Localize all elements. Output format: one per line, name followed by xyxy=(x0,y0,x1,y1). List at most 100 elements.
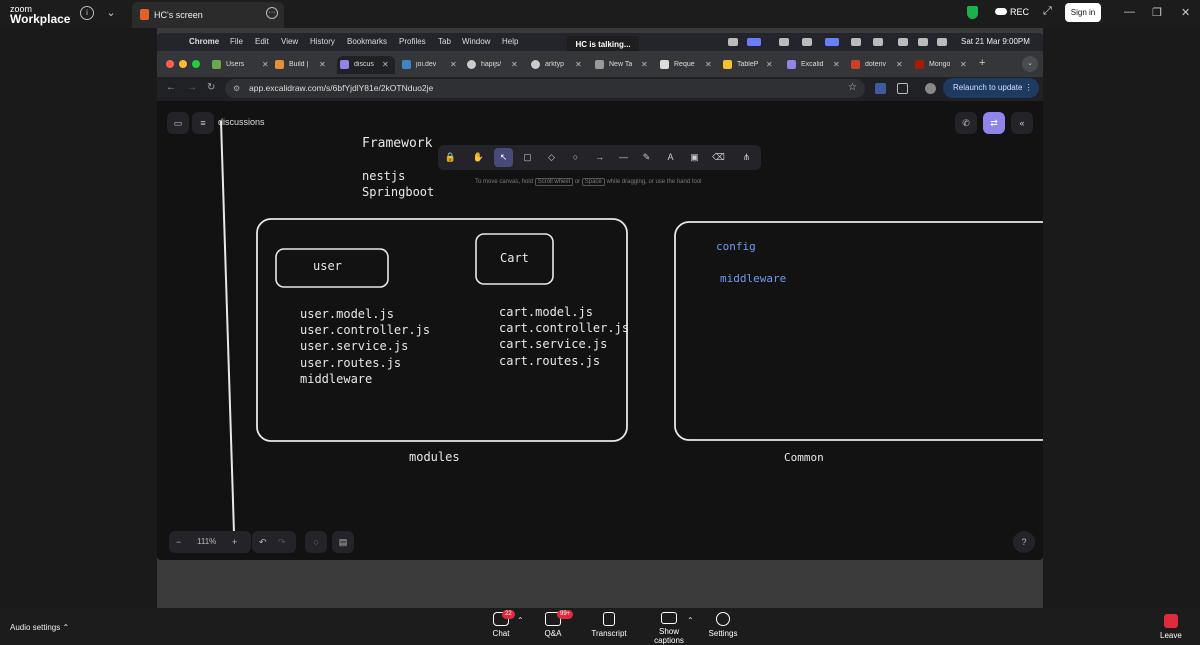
comment-icon[interactable]: ◌ xyxy=(305,531,327,553)
zoom-out-button[interactable]: − xyxy=(176,531,181,553)
close-icon[interactable]: ✕ xyxy=(575,60,582,69)
vertical-line[interactable] xyxy=(220,120,235,534)
window-minimize-button[interactable] xyxy=(179,60,187,68)
menu-tab[interactable]: Tab xyxy=(438,37,451,46)
browser-tab[interactable]: Users ✕ xyxy=(212,56,272,74)
user-files-list[interactable]: user.model.js user.controller.js user.se… xyxy=(300,306,430,387)
user-file-item[interactable]: user.model.js xyxy=(300,306,430,322)
close-icon[interactable]: ✕ xyxy=(319,60,326,69)
user-file-item[interactable]: user.controller.js xyxy=(300,322,430,338)
browser-tab[interactable]: New Ta ✕ xyxy=(595,56,655,74)
modules-label[interactable]: modules xyxy=(409,450,460,464)
chevron-up-icon[interactable]: ⌃ xyxy=(687,616,694,625)
config-text[interactable]: config xyxy=(716,240,756,253)
close-icon[interactable]: ✕ xyxy=(833,60,840,69)
close-icon[interactable]: ✕ xyxy=(382,60,389,69)
cart-file-item[interactable]: cart.routes.js xyxy=(499,353,629,369)
close-icon[interactable]: ✕ xyxy=(262,60,269,69)
cart-files-list[interactable]: cart.model.js cart.controller.js cart.se… xyxy=(499,304,629,369)
browser-tab[interactable]: arktyp ✕ xyxy=(531,56,591,74)
menu-file[interactable]: File xyxy=(230,37,243,46)
cart-file-item[interactable]: cart.controller.js xyxy=(499,320,629,336)
sign-in-button[interactable]: Sign in xyxy=(1065,3,1101,22)
tray-icon[interactable] xyxy=(728,38,738,46)
puzzle-icon[interactable] xyxy=(897,83,908,94)
window-zoom-button[interactable] xyxy=(192,60,200,68)
window-close-button[interactable] xyxy=(166,60,174,68)
close-icon[interactable]: ✕ xyxy=(1181,6,1190,19)
back-icon[interactable]: ← xyxy=(166,82,176,93)
site-info-icon[interactable]: ⚙ xyxy=(233,84,240,93)
user-file-item[interactable]: user.service.js xyxy=(300,338,430,354)
browser-tab[interactable]: Mongo ✕ xyxy=(915,56,975,74)
browser-tab-active[interactable]: discus ✕ xyxy=(337,56,395,74)
help-icon[interactable]: ? xyxy=(1013,531,1035,553)
menu-chrome[interactable]: Chrome xyxy=(189,37,219,46)
tray-icon[interactable] xyxy=(779,38,789,46)
menu-window[interactable]: Window xyxy=(462,37,490,46)
reload-icon[interactable]: ↻ xyxy=(207,82,215,93)
qa-button[interactable]: 99+ Q&A xyxy=(541,610,574,638)
tray-icon[interactable] xyxy=(851,38,861,46)
star-icon[interactable]: ☆ xyxy=(848,82,857,93)
zoom-level[interactable]: 111% xyxy=(197,531,216,553)
expand-icon[interactable]: ⤢ xyxy=(1043,5,1052,18)
presentation-icon[interactable]: ▤ xyxy=(332,531,354,553)
minimize-icon[interactable]: — xyxy=(1124,6,1135,18)
relaunch-button[interactable]: Relaunch to update ⋮ xyxy=(943,78,1039,98)
browser-tab[interactable]: hapijs/ ✕ xyxy=(467,56,527,74)
audio-settings-button[interactable]: Audio settings ⌃ xyxy=(10,623,69,632)
info-icon[interactable]: i xyxy=(80,6,94,20)
cart-file-item[interactable]: cart.model.js xyxy=(499,304,629,320)
tray-icon[interactable] xyxy=(802,38,812,46)
browser-tab[interactable]: Reque ✕ xyxy=(660,56,720,74)
battery-icon[interactable] xyxy=(873,38,883,46)
menu-profiles[interactable]: Profiles xyxy=(399,37,426,46)
menu-bookmarks[interactable]: Bookmarks xyxy=(347,37,387,46)
screen-share-tab[interactable]: HC's screen ··· xyxy=(132,2,284,28)
wifi-icon[interactable] xyxy=(898,38,908,46)
browser-tab[interactable]: Build | ✕ xyxy=(275,56,335,74)
zoom-in-button[interactable]: + xyxy=(232,531,237,553)
search-icon[interactable] xyxy=(918,38,928,46)
close-icon[interactable]: ✕ xyxy=(960,60,967,69)
control-center-icon[interactable] xyxy=(937,38,947,46)
menu-help[interactable]: Help xyxy=(502,37,518,46)
tray-icon[interactable] xyxy=(747,38,761,46)
forward-icon[interactable]: → xyxy=(187,82,197,93)
common-label[interactable]: Common xyxy=(784,451,824,464)
restore-icon[interactable]: ❐ xyxy=(1152,6,1162,19)
new-tab-button[interactable]: + xyxy=(979,57,985,69)
menu-edit[interactable]: Edit xyxy=(255,37,269,46)
nestjs-text[interactable]: nestjs xyxy=(362,169,405,183)
leave-button[interactable]: Leave xyxy=(1160,614,1182,640)
menu-history[interactable]: History xyxy=(310,37,335,46)
user-file-item[interactable]: middleware xyxy=(300,371,430,387)
framework-text[interactable]: Framework xyxy=(362,136,432,151)
menu-view[interactable]: View xyxy=(281,37,298,46)
browser-tab[interactable]: joi.dev ✕ xyxy=(402,56,462,74)
tray-icon[interactable] xyxy=(825,38,839,46)
chat-button[interactable]: 22 Chat xyxy=(490,610,515,638)
excalidraw-canvas[interactable]: ▭ ≡ discussions 🔒 ✋ ↖ ▢ ◇ ○ → — ✎ A ▣ ⌫ … xyxy=(157,101,1043,560)
close-icon[interactable]: ✕ xyxy=(766,60,773,69)
settings-button[interactable]: Settings xyxy=(708,612,738,638)
close-icon[interactable]: ✕ xyxy=(705,60,712,69)
browser-tab[interactable]: Excalid ✕ xyxy=(787,56,847,74)
cart-file-item[interactable]: cart.service.js xyxy=(499,336,629,352)
omnibox[interactable]: ⚙ app.excalidraw.com/s/6bfYjdlY81e/2kOTN… xyxy=(225,79,865,98)
middleware-text[interactable]: middleware xyxy=(720,272,786,285)
cart-label[interactable]: Cart xyxy=(500,251,529,265)
more-icon[interactable]: ··· xyxy=(266,7,278,19)
chevron-down-icon[interactable]: ⌄ xyxy=(104,6,118,20)
close-icon[interactable]: ✕ xyxy=(511,60,518,69)
chevron-up-icon[interactable]: ⌃ xyxy=(517,616,524,625)
user-label[interactable]: user xyxy=(313,259,342,273)
close-icon[interactable]: ✕ xyxy=(641,60,648,69)
springboot-text[interactable]: Springboot xyxy=(362,185,434,199)
browser-tab[interactable]: dotenv ✕ xyxy=(851,56,911,74)
common-container[interactable] xyxy=(674,221,1043,441)
close-icon[interactable]: ✕ xyxy=(896,60,903,69)
undo-icon[interactable]: ↶ xyxy=(259,531,267,553)
redo-icon[interactable]: ↷ xyxy=(278,531,286,553)
